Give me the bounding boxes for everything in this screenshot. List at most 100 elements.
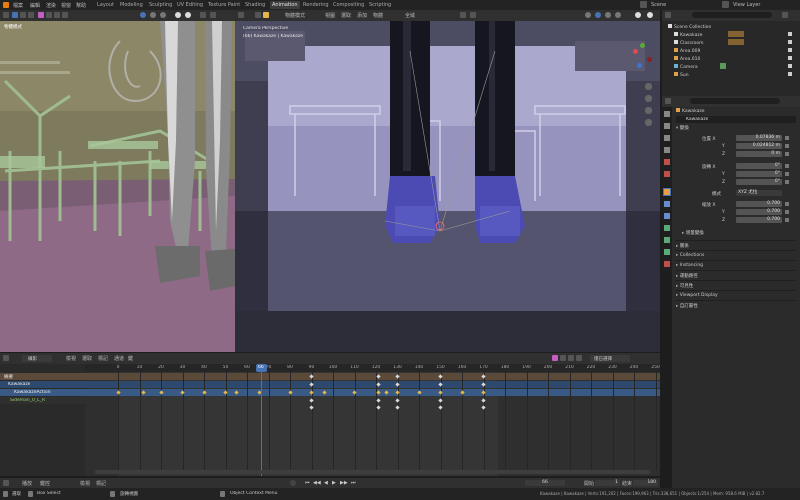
material-tab-icon[interactable] [664,261,670,267]
dopesheet-area[interactable]: -200102030405060708090100110120130140150… [85,364,660,476]
filter-icon[interactable] [560,355,566,361]
shading-rendered-icon[interactable] [160,12,166,18]
data-tab-icon[interactable] [664,249,670,255]
editor-type-icon[interactable] [3,355,9,361]
properties-search-input[interactable] [690,98,780,104]
menu-file[interactable]: 檔案 [13,2,23,9]
orientation-selector[interactable]: 全域 [405,12,415,19]
menu-marker[interactable]: 標記 [98,355,108,362]
proportional-icon[interactable] [470,12,476,18]
lock-icon[interactable] [785,172,789,176]
visibility-icon[interactable] [788,48,792,52]
playhead-frame[interactable]: 66 [256,364,267,372]
play-icon[interactable]: ▶ [332,480,336,486]
interpolation-select[interactable]: 僅已選擇 [590,355,630,362]
lock-icon[interactable] [785,152,789,156]
section-viewport-display[interactable]: ▸ Viewport Display [676,290,796,298]
section-custom-properties[interactable]: ▸ 自訂屬性 [676,300,796,309]
hand-pan-icon[interactable] [645,95,652,102]
location-z-field[interactable]: 0 m [736,151,782,157]
menu-render[interactable]: 渲染 [46,2,56,9]
tab-rendering[interactable]: Rendering [303,2,329,8]
menu-view[interactable]: 檢視 [66,355,76,362]
playhead-line[interactable] [261,364,262,476]
gizmo-neg-x-icon[interactable] [647,57,652,62]
menu-object[interactable]: 物體 [373,12,383,19]
lock-icon[interactable] [785,218,789,222]
section-instancing[interactable]: ▸ Instancing [676,260,796,268]
play-reverse-icon[interactable]: ◀ [324,480,328,486]
view-icon[interactable] [210,12,216,18]
right-3d-viewport[interactable]: Camera Perspective (66) Kawakaze | Kawak… [235,21,660,352]
select-mode-icon[interactable] [12,12,18,18]
filter-icon[interactable] [568,355,574,361]
outliner-item[interactable]: Classroom [674,40,703,46]
gizmo-z-icon[interactable] [637,63,642,68]
scene-collection-row[interactable]: Scene Collection [668,24,711,30]
scale-y-field[interactable]: 0.700 [736,209,782,215]
left-3d-viewport[interactable]: 物體模式 [0,21,235,352]
visibility-icon[interactable] [788,64,792,68]
render-tab-icon[interactable] [664,123,670,129]
tool-icon[interactable] [255,12,261,18]
object-mode-icon[interactable] [38,12,44,18]
output-tab-icon[interactable] [664,135,670,141]
gizmo-icon[interactable] [185,12,191,18]
editor-type-icon[interactable] [3,12,9,18]
menu-select[interactable]: 選取 [82,355,92,362]
menu-key[interactable]: 鍵 [128,355,133,362]
lock-icon[interactable] [785,136,789,140]
shading-wire-icon[interactable] [585,12,591,18]
object-name-field[interactable]: Kawakaze [676,116,796,123]
tab-animation[interactable]: Animation [270,1,300,9]
section-visibility[interactable]: ▸ 可見性 [676,280,796,289]
tool-icon[interactable] [54,12,60,18]
section-motion-paths[interactable]: ▸ 運動路徑 [676,270,796,279]
summary-row[interactable]: 摘要 [0,373,85,380]
rotation-y-field[interactable]: 0° [736,171,782,177]
outliner-editor-icon[interactable] [665,12,671,18]
tool-icon[interactable] [20,12,26,18]
zoom-icon[interactable] [645,83,652,90]
overlay-icon[interactable] [635,12,641,18]
tab-scripting[interactable]: Scripting [369,2,391,8]
tab-compositing[interactable]: Compositing [333,2,364,8]
rotation-mode-select[interactable]: XYZ 尤拉 [736,190,782,196]
menu-view[interactable]: 視圖 [325,12,335,19]
tab-uv-editing[interactable]: UV Editing [177,2,203,8]
blender-logo-icon[interactable] [3,2,9,8]
channel-action[interactable]: KawakazeAction [0,389,85,396]
visibility-icon[interactable] [788,72,792,76]
overlay-icon[interactable] [175,12,181,18]
location-y-field[interactable]: 0.024812 m [736,143,782,149]
menu-keying[interactable]: 鍵控 [40,480,50,487]
next-key-icon[interactable]: ▶▶ [340,480,348,486]
tool-icon[interactable] [46,12,52,18]
tab-modeling[interactable]: Modeling [120,2,143,8]
tab-shading[interactable]: Shading [245,2,265,8]
prev-key-icon[interactable]: ◀◀ [313,480,321,486]
object-tab-icon[interactable] [663,188,671,196]
filter-icon[interactable] [782,12,788,18]
view-layer-selector[interactable]: View Layer [733,2,760,8]
visibility-icon[interactable] [788,40,792,44]
horizontal-scrollbar[interactable] [95,470,650,474]
menu-window[interactable]: 視窗 [61,2,71,9]
visibility-icon[interactable] [788,32,792,36]
gizmo-x-icon[interactable] [633,49,638,54]
lock-icon[interactable] [785,210,789,214]
start-frame-field[interactable]: 1 [595,480,620,486]
record-icon[interactable] [290,480,296,486]
menu-view[interactable]: 檢視 [80,480,90,487]
scene-selector[interactable]: Scene [651,2,666,8]
menu-playback[interactable]: 播放 [22,480,32,487]
current-frame-field[interactable]: 66 [525,480,565,486]
viewport-mode-selector[interactable]: 物體模式 [285,12,305,19]
gizmo-icon[interactable] [647,12,653,18]
mode-select[interactable]: 攝影 [22,355,52,362]
menu-edit[interactable]: 編輯 [30,2,40,9]
shading-solid-icon[interactable] [140,12,146,18]
properties-editor-icon[interactable] [665,98,671,104]
lock-icon[interactable] [785,202,789,206]
scale-z-field[interactable]: 0.700 [736,217,782,223]
